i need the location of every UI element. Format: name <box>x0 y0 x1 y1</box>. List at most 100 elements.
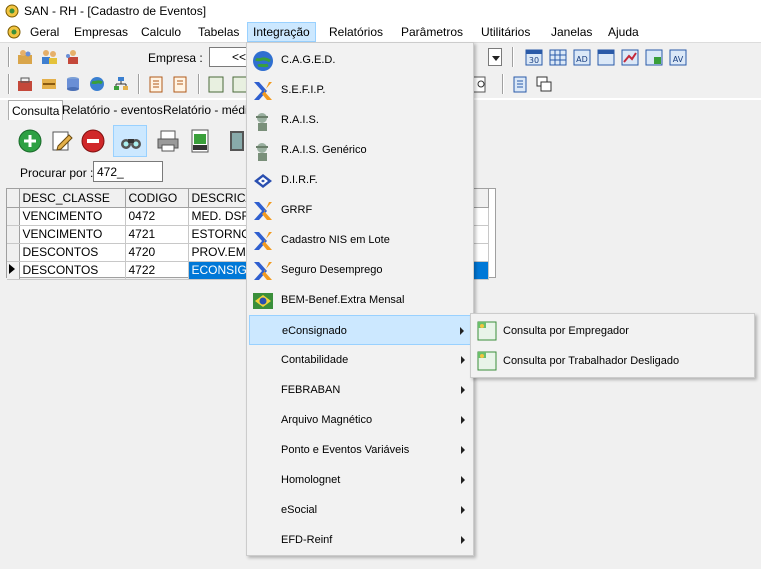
badge-av: AV <box>673 55 684 64</box>
window-title: SAN - RH - [Cadastro de Eventos] <box>24 4 207 18</box>
badge-30: 30 <box>529 56 539 65</box>
empresa-value: << <box>232 50 247 64</box>
cell-desc-classe[interactable]: VENCIMENTO <box>19 225 126 244</box>
menu-item-rais-generico[interactable]: R.A.I.S. Genérico <box>249 135 473 165</box>
menu-item-ponto-eventos[interactable]: Ponto e Eventos Variáveis <box>249 435 473 465</box>
caixa-x-icon <box>254 262 272 280</box>
toolbar-separator-3 <box>198 74 200 94</box>
empresa-field[interactable]: << <box>209 47 249 67</box>
menu-item-arquivo-magnetico[interactable]: Arquivo Magnético <box>249 405 473 435</box>
globe-icon <box>253 51 273 71</box>
menu-item-cadastro-nis[interactable]: Cadastro NIS em Lote <box>249 225 473 255</box>
grid-icon[interactable] <box>548 47 568 67</box>
menu-geral[interactable]: Geral <box>30 25 59 39</box>
people-icon[interactable] <box>39 47 59 67</box>
tab-relatorio-eventos[interactable]: Relatório - eventos <box>59 102 166 118</box>
menu-janelas[interactable]: Janelas <box>551 25 592 39</box>
toolbar-separator-4 <box>502 74 504 94</box>
toolbox-icon[interactable] <box>15 74 35 94</box>
menu-item-grrf[interactable]: GRRF <box>249 195 473 225</box>
delete-icon[interactable] <box>80 128 106 154</box>
document-icon[interactable] <box>510 74 530 94</box>
ad-icon[interactable]: AD <box>572 47 592 67</box>
menu-item-label: FEBRABAN <box>281 384 341 396</box>
print-icon[interactable] <box>155 128 181 154</box>
di-report-icon[interactable] <box>206 74 226 94</box>
menu-item-bem[interactable]: BEM-Benef.Extra Mensal <box>249 285 473 315</box>
user-group-icon[interactable] <box>63 47 83 67</box>
search-input[interactable]: 472_ <box>93 161 163 182</box>
menu-item-contabilidade[interactable]: Contabilidade <box>249 345 473 375</box>
menu-integracao[interactable]: Integração <box>247 22 316 42</box>
menu-ajuda[interactable]: Ajuda <box>608 25 639 39</box>
toolbar-separator-2 <box>138 74 140 94</box>
menu-item-sefip[interactable]: S.E.F.I.P. <box>249 75 473 105</box>
menu-item-label: Ponto e Eventos Variáveis <box>281 444 410 456</box>
menu-item-caged[interactable]: C.A.G.E.D. <box>249 45 473 75</box>
menu-item-label: BEM-Benef.Extra Mensal <box>281 294 405 306</box>
menu-item-econsignado[interactable]: eConsignado <box>249 315 473 345</box>
calendar-30-icon[interactable]: 30 <box>524 47 544 67</box>
cell-codigo[interactable]: 4720 <box>125 243 189 262</box>
menu-item-label: C.A.G.E.D. <box>281 54 336 66</box>
menu-parametros[interactable]: Parâmetros <box>401 25 463 39</box>
cell-codigo[interactable]: 4721 <box>125 225 189 244</box>
menu-item-homolognet[interactable]: Homolognet <box>249 465 473 495</box>
submenu-item-consulta-empregador[interactable]: Consulta por Empregador <box>473 316 752 345</box>
submenu-item-consulta-trabalhador[interactable]: Consulta por Trabalhador Desligado <box>473 346 752 375</box>
cell-desc-classe[interactable]: VENCIMENTO <box>19 207 126 226</box>
rais-worker-icon <box>256 113 268 131</box>
menu-calculo[interactable]: Calculo <box>141 25 181 39</box>
cell-codigo[interactable]: 4722 <box>125 261 189 280</box>
column-codigo[interactable]: CODIGO <box>125 189 189 208</box>
menu-item-label: Arquivo Magnético <box>281 414 373 426</box>
tab-consulta[interactable]: Consulta <box>8 100 64 121</box>
database-icon[interactable] <box>63 74 83 94</box>
submenu-arrow-icon <box>461 386 465 394</box>
integracao-menu: C.A.G.E.D. S.E.F.I.P. R.A.I.S. R.A.I.S. … <box>246 42 474 556</box>
windows-cascade-icon[interactable] <box>534 74 554 94</box>
menu-bar: Geral Empresas Calculo Tabelas Integraçã… <box>0 22 761 42</box>
menu-item-label: S.E.F.I.P. <box>281 84 326 96</box>
menu-item-seguro-desemprego[interactable]: Seguro Desemprego <box>249 255 473 285</box>
menu-utilitarios[interactable]: Utilitários <box>481 25 530 39</box>
org-chart-icon[interactable] <box>111 74 131 94</box>
menu-item-label: EFD-Reinf <box>281 534 333 546</box>
submenu-arrow-icon <box>461 446 465 454</box>
menu-relatorios[interactable]: Relatórios <box>329 25 383 39</box>
csv-export-icon[interactable] <box>187 128 213 154</box>
globe-tool-icon[interactable] <box>87 74 107 94</box>
cell-codigo[interactable]: 0472 <box>125 207 189 226</box>
menu-item-dirf[interactable]: D.I.R.F. <box>249 165 473 195</box>
submenu-arrow-icon <box>461 476 465 484</box>
cell-desc-classe[interactable]: DESCONTOS <box>19 261 126 280</box>
consulta-app-icon <box>477 321 497 341</box>
add-icon[interactable] <box>17 128 43 154</box>
report-2-icon[interactable] <box>170 74 190 94</box>
edit-icon[interactable] <box>49 128 75 154</box>
menu-item-rais[interactable]: R.A.I.S. <box>249 105 473 135</box>
column-desc-classe[interactable]: DESC_CLASSE <box>19 189 126 208</box>
av-icon[interactable]: AV <box>668 47 688 67</box>
row-indicator <box>7 225 20 244</box>
chart-cut-icon[interactable] <box>620 47 640 67</box>
company-icon[interactable] <box>15 47 35 67</box>
handshake-icon[interactable] <box>39 74 59 94</box>
menu-item-febraban[interactable]: FEBRABAN <box>249 375 473 405</box>
calendar-12-icon[interactable] <box>596 47 616 67</box>
menu-empresas[interactable]: Empresas <box>74 25 128 39</box>
row-indicator-current <box>7 261 20 280</box>
empresa-combo-arrow[interactable] <box>488 48 502 66</box>
submenu-arrow-icon <box>461 536 465 544</box>
menu-item-efd-reinf[interactable]: EFD-Reinf <box>249 525 473 555</box>
submenu-arrow-icon <box>461 356 465 364</box>
row-indicator-header <box>7 189 20 208</box>
cell-desc-classe[interactable]: DESCONTOS <box>19 243 126 262</box>
title-bar: SAN - RH - [Cadastro de Eventos] <box>0 0 761 22</box>
menu-item-esocial[interactable]: eSocial <box>249 495 473 525</box>
menu-tabelas[interactable]: Tabelas <box>198 25 239 39</box>
table-green-icon[interactable] <box>644 47 664 67</box>
report-icon[interactable] <box>146 74 166 94</box>
binoculars-button[interactable] <box>113 125 147 157</box>
mdi-app-icon[interactable] <box>6 24 22 40</box>
